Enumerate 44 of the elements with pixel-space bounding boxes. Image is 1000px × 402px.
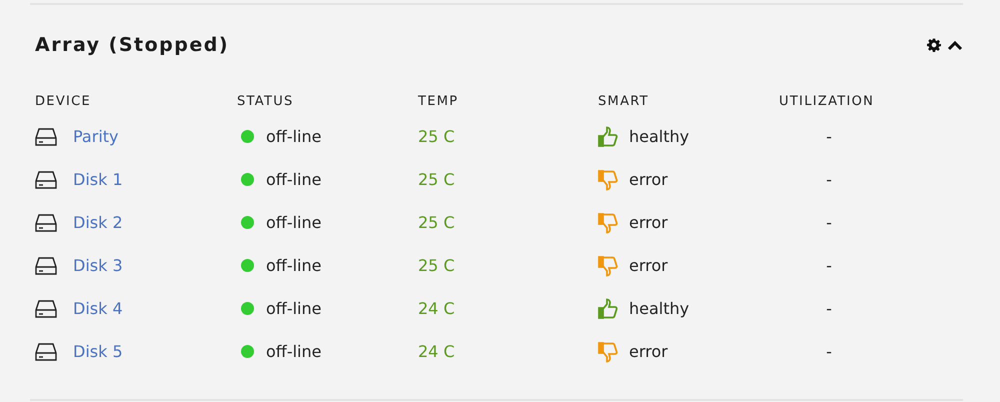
device-link[interactable]: Disk 4 bbox=[73, 299, 123, 318]
smart-status: error bbox=[629, 170, 668, 189]
column-header: DEVICE bbox=[35, 93, 92, 111]
hard-drive-icon bbox=[35, 212, 57, 232]
hard-drive-icon bbox=[35, 126, 57, 146]
utilization-value: - bbox=[825, 256, 833, 275]
hard-drive-icon bbox=[35, 342, 57, 362]
smart-status: healthy bbox=[629, 299, 690, 318]
temperature: 25 C bbox=[418, 256, 455, 275]
smart-status: error bbox=[629, 213, 668, 232]
smart-status: error bbox=[629, 342, 668, 361]
column-header: STATUS bbox=[237, 93, 295, 111]
temperature: 25 C bbox=[418, 213, 455, 232]
hard-drive-icon bbox=[35, 298, 57, 318]
utilization-value: - bbox=[825, 299, 833, 318]
device-link[interactable]: Parity bbox=[73, 127, 118, 146]
status-text: off-line bbox=[266, 127, 322, 146]
utilization-value: - bbox=[825, 342, 833, 361]
temperature: 24 C bbox=[418, 342, 455, 361]
hard-drive-icon bbox=[35, 256, 57, 276]
column-header: SMART bbox=[598, 93, 650, 111]
device-link[interactable]: Disk 1 bbox=[73, 170, 123, 189]
status-text: off-line bbox=[266, 213, 322, 232]
settings-icon[interactable] bbox=[927, 38, 941, 52]
utilization-value: - bbox=[825, 127, 833, 146]
smart-status: error bbox=[629, 256, 668, 275]
status-text: off-line bbox=[266, 299, 322, 318]
temperature: 25 C bbox=[418, 170, 455, 189]
column-header: UTILIZATION bbox=[779, 93, 876, 111]
status-text: off-line bbox=[266, 342, 322, 361]
status-text: off-line bbox=[266, 170, 322, 189]
temperature: 24 C bbox=[418, 299, 455, 318]
utilization-value: - bbox=[825, 213, 833, 232]
device-link[interactable]: Disk 5 bbox=[73, 342, 123, 361]
utilization-value: - bbox=[825, 170, 833, 189]
status-text: off-line bbox=[266, 256, 322, 275]
device-link[interactable]: Disk 3 bbox=[73, 256, 123, 275]
device-link[interactable]: Disk 2 bbox=[73, 213, 123, 232]
chevron-up-icon[interactable] bbox=[947, 39, 963, 51]
hard-drive-icon bbox=[35, 170, 57, 190]
column-header: TEMP bbox=[418, 93, 460, 111]
temperature: 25 C bbox=[418, 127, 455, 146]
panel-title: Array (Stopped) bbox=[35, 34, 230, 56]
smart-status: healthy bbox=[629, 127, 690, 146]
